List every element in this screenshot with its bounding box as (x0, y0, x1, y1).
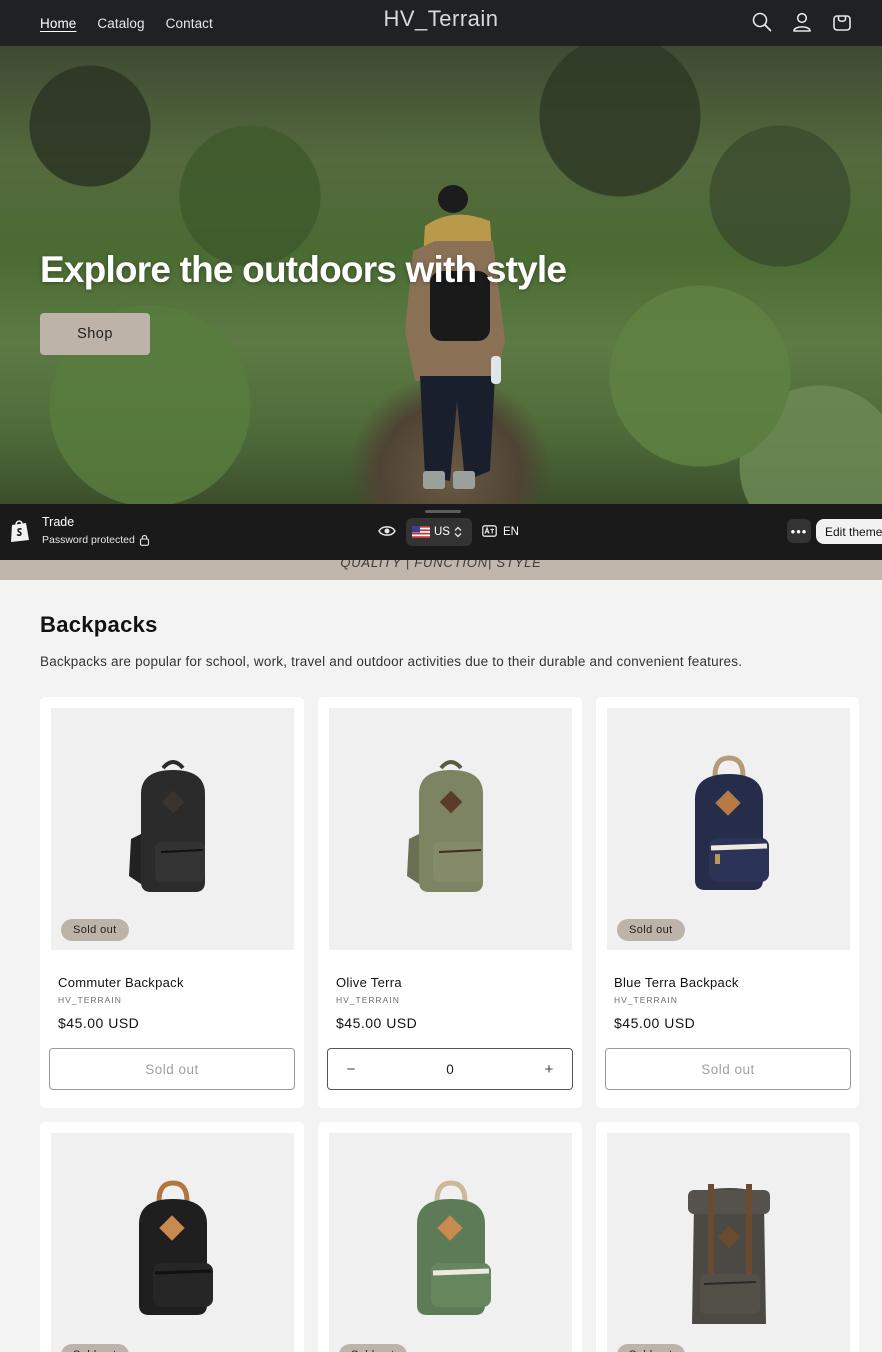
store-name: Trade (42, 515, 75, 529)
us-flag-icon (412, 526, 430, 538)
store-status: Password protected (42, 534, 150, 546)
chevron-updown-icon (454, 526, 462, 538)
hero-shop-button[interactable]: Shop (40, 313, 150, 355)
site-header: Home Catalog Contact HV_Terrain (0, 0, 882, 46)
hero-banner: Explore the outdoors with style Shop (0, 46, 882, 504)
quantity-value[interactable]: 0 (446, 1062, 454, 1077)
increase-quantity-button[interactable]: + (542, 1061, 556, 1078)
backpack-image (416, 1180, 491, 1315)
translate-icon (482, 525, 497, 537)
product-vendor: HV_TERRAIN (614, 995, 678, 1005)
shopify-bag-icon (11, 520, 29, 542)
language-selector[interactable]: EN (482, 518, 519, 546)
product-image[interactable] (51, 708, 294, 950)
product-card[interactable]: Sold out (40, 1122, 304, 1352)
nav-home-link[interactable]: Home (40, 16, 76, 31)
sold-out-badge: Sold out (617, 1344, 685, 1352)
product-card[interactable]: Sold out (318, 1122, 582, 1352)
backpack-image (694, 755, 769, 890)
country-code: US (434, 526, 450, 538)
sold-out-badge: Sold out (339, 1344, 407, 1352)
search-icon[interactable] (748, 8, 776, 36)
hero-title: Explore the outdoors with style (40, 249, 567, 290)
product-price: $45.00 USD (614, 1015, 696, 1031)
cart-icon[interactable] (828, 8, 856, 36)
lock-icon (139, 535, 149, 546)
tagline-band: QUALITY | FUNCTION| STYLE (0, 560, 882, 580)
backpack-image (406, 760, 483, 892)
product-price: $45.00 USD (336, 1015, 418, 1031)
backpack-image (138, 1180, 213, 1315)
quantity-stepper: − 0 + (327, 1048, 573, 1090)
edit-theme-button[interactable]: Edit theme (816, 519, 882, 544)
product-card[interactable]: Olive Terra HV_TERRAIN $45.00 USD − 0 + (318, 697, 582, 1108)
product-image[interactable] (329, 1133, 572, 1352)
site-logo-text[interactable]: HV_Terrain (383, 6, 498, 31)
header-icons (748, 8, 856, 36)
product-image[interactable] (329, 708, 572, 950)
sold-out-badge: Sold out (61, 919, 129, 941)
product-price: $45.00 USD (58, 1015, 140, 1031)
product-vendor: HV_TERRAIN (336, 995, 400, 1005)
sold-out-button[interactable]: Sold out (49, 1048, 295, 1090)
product-image[interactable] (607, 708, 850, 950)
product-card[interactable]: Sold out Blue Terra Backpack HV_TERRAIN … (596, 697, 859, 1108)
product-grid: Sold out Commuter Backpack HV_TERRAIN $4… (40, 697, 860, 1352)
main-nav: Home Catalog Contact (40, 0, 213, 46)
product-image[interactable] (51, 1133, 294, 1352)
product-vendor: HV_TERRAIN (58, 995, 122, 1005)
sold-out-button[interactable]: Sold out (605, 1048, 851, 1090)
tagline-text: QUALITY | FUNCTION| STYLE (340, 560, 542, 570)
product-card[interactable]: Sold out (596, 1122, 859, 1352)
hiker-figure (405, 185, 505, 489)
eye-icon[interactable] (378, 523, 396, 539)
product-name[interactable]: Blue Terra Backpack (614, 975, 739, 990)
drag-handle[interactable] (425, 510, 461, 513)
product-name[interactable]: Commuter Backpack (58, 975, 184, 990)
product-name[interactable]: Olive Terra (336, 975, 402, 990)
backpack-image (128, 760, 205, 892)
language-code: EN (503, 526, 519, 538)
nav-catalog-link[interactable]: Catalog (97, 16, 144, 31)
collection-title: Backpacks (40, 612, 158, 637)
more-options-button[interactable]: ••• (787, 519, 811, 543)
nav-contact-link[interactable]: Contact (166, 16, 213, 31)
product-card[interactable]: Sold out Commuter Backpack HV_TERRAIN $4… (40, 697, 304, 1108)
collection-description: Backpacks are popular for school, work, … (40, 654, 743, 669)
shopify-preview-bar: Trade Password protected US EN ••• Edit … (0, 504, 882, 560)
product-image[interactable] (607, 1133, 850, 1352)
store-status-text: Password protected (42, 534, 135, 546)
sold-out-badge: Sold out (61, 1344, 129, 1352)
country-selector[interactable]: US (406, 518, 472, 546)
account-icon[interactable] (788, 8, 816, 36)
backpack-image (687, 1184, 770, 1324)
decrease-quantity-button[interactable]: − (344, 1061, 358, 1078)
sold-out-badge: Sold out (617, 919, 685, 941)
